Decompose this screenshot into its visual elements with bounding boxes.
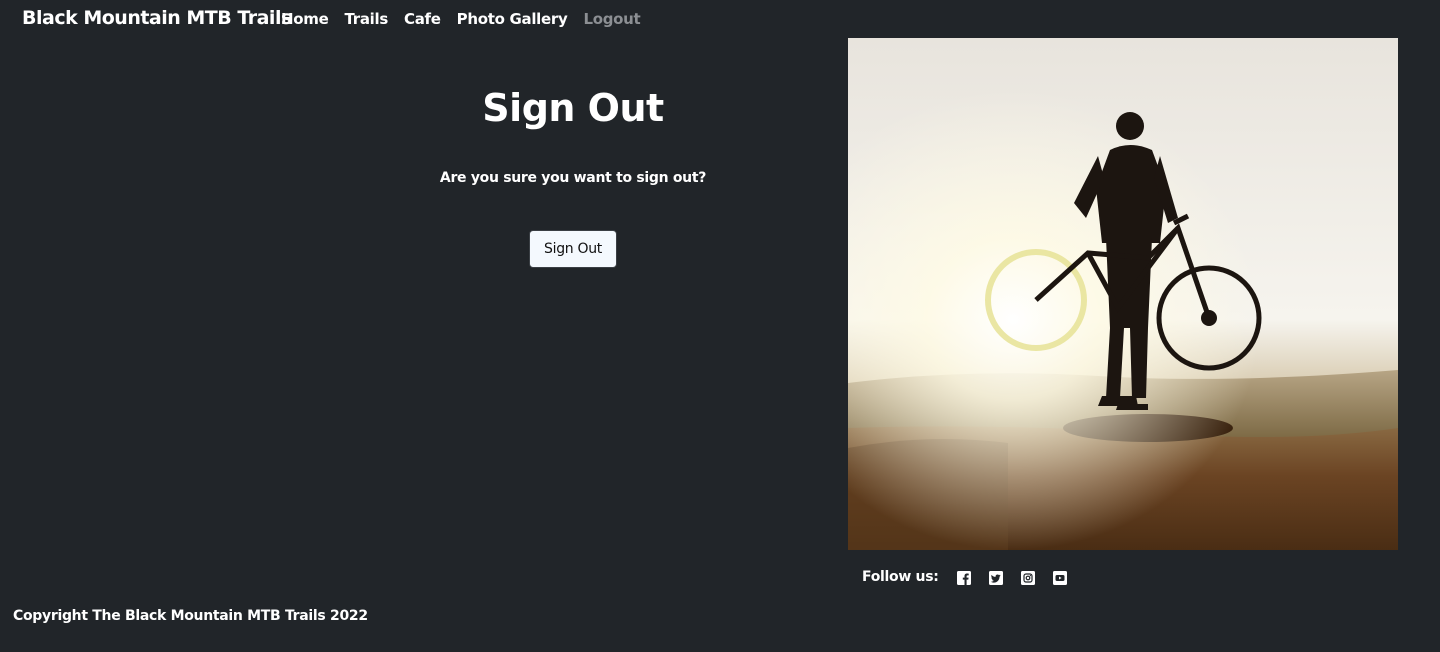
nav-link-trails[interactable]: Trails <box>344 10 388 28</box>
cyclist-photo-icon <box>848 38 1398 550</box>
nav-link-photo-gallery[interactable]: Photo Gallery <box>457 10 568 28</box>
instagram-icon[interactable] <box>1020 570 1035 585</box>
facebook-icon[interactable] <box>956 570 971 585</box>
nav-link-home[interactable]: Home <box>281 10 329 28</box>
nav-link-cafe[interactable]: Cafe <box>404 10 441 28</box>
signout-question: Are you sure you want to sign out? <box>439 170 707 186</box>
nav-links: Home Trails Cafe Photo Gallery Logout <box>281 10 641 28</box>
social-links: Follow us: <box>862 569 1085 585</box>
twitter-icon[interactable] <box>988 570 1003 585</box>
hero-image <box>848 38 1398 550</box>
nav-link-logout[interactable]: Logout <box>583 10 640 28</box>
footer-copyright: Copyright The Black Mountain MTB Trails … <box>13 608 368 624</box>
site-brand[interactable]: Black Mountain MTB Trails <box>22 7 292 29</box>
sign-out-button[interactable]: Sign Out <box>529 230 617 268</box>
youtube-icon[interactable] <box>1052 570 1067 585</box>
navbar: Black Mountain MTB Trails Home Trails Ca… <box>0 0 1440 38</box>
page-title: Sign Out <box>482 86 664 130</box>
follow-label: Follow us: <box>862 569 939 585</box>
